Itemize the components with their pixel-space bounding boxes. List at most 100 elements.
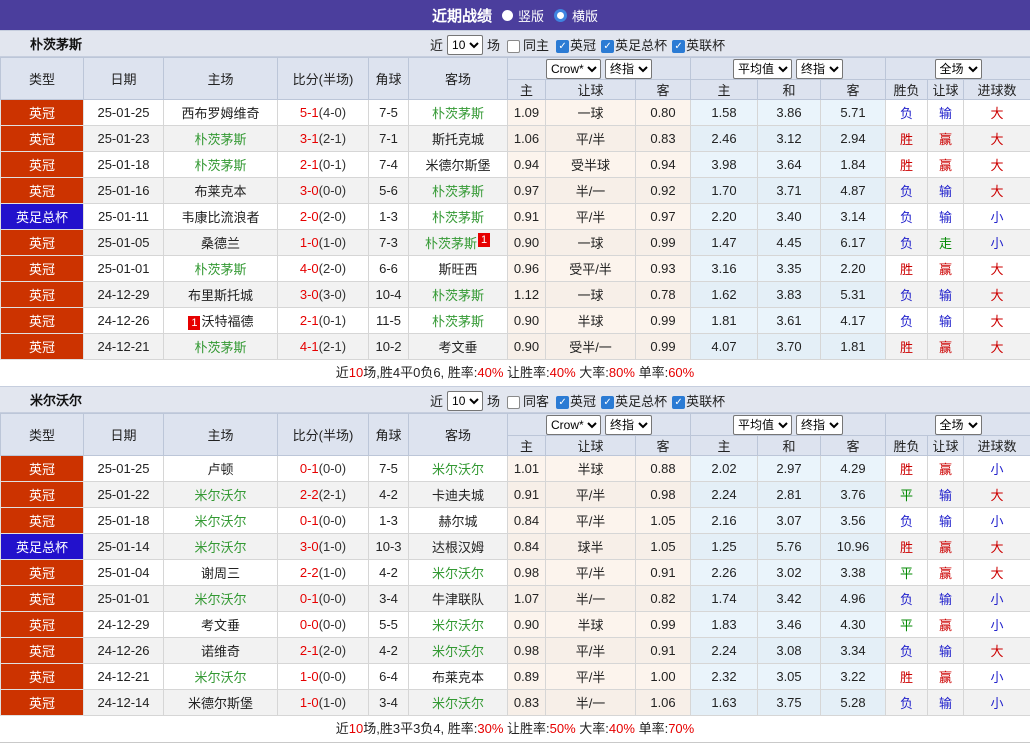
section-header: 米尔沃尔 近 10 场 同客✓英冠✓英足总杯✓英联杯 <box>0 386 1030 413</box>
crow-home-odds: 0.91 <box>508 204 546 230</box>
crow-home-odds: 0.84 <box>508 534 546 560</box>
result-goals: 大 <box>964 482 1030 508</box>
crow-final-select[interactable]: 终指 <box>605 59 652 79</box>
avg-group-header: 平均值终指 <box>691 58 886 80</box>
away-team-cell: 卡迪夫城 <box>409 482 508 508</box>
bookmaker-select[interactable]: Crow* <box>546 415 601 435</box>
checkbox-checked-icon[interactable]: ✓ <box>556 396 569 409</box>
crow-away-odds: 1.05 <box>636 508 691 534</box>
avg-draw-odds: 3.75 <box>758 690 821 716</box>
team-name: 米尔沃尔 <box>30 387 82 414</box>
result-handicap: 输 <box>928 178 964 204</box>
checkbox-unchecked-icon[interactable] <box>507 396 520 409</box>
avg-home-odds: 2.16 <box>691 508 758 534</box>
match-row: 英足总杯25-01-11韦康比流浪者2-0(2-0)1-3朴茨茅斯0.91平/半… <box>1 204 1030 230</box>
avg-draw-odds: 3.40 <box>758 204 821 230</box>
games-count-select[interactable]: 10 <box>447 391 483 411</box>
match-row: 英冠25-01-18朴茨茅斯2-1(0-1)7-4米德尔斯堡0.94受半球0.9… <box>1 152 1030 178</box>
col-crow-away: 客 <box>636 436 691 456</box>
crow-handicap: 平/半 <box>546 126 636 152</box>
result-goals: 大 <box>964 100 1030 126</box>
away-team-cell: 达根汉姆 <box>409 534 508 560</box>
avg-away-odds: 4.30 <box>821 612 886 638</box>
result-handicap: 赢 <box>928 334 964 360</box>
score-cell: 0-1(0-0) <box>278 456 369 482</box>
avg-draw-odds: 3.07 <box>758 508 821 534</box>
games-count-select[interactable]: 10 <box>447 35 483 55</box>
result-outcome: 胜 <box>886 152 928 178</box>
checkbox-checked-icon[interactable]: ✓ <box>556 40 569 53</box>
crow-home-odds: 0.91 <box>508 482 546 508</box>
summary-segment: 40% <box>477 365 503 380</box>
crow-handicap: 受半/一 <box>546 334 636 360</box>
result-outcome: 负 <box>886 690 928 716</box>
date-cell: 25-01-23 <box>84 126 164 152</box>
crow-final-select[interactable]: 终指 <box>605 415 652 435</box>
summary-segment: 让胜率: <box>503 365 549 380</box>
league-badge: 英足总杯 <box>1 204 84 230</box>
avg-draw-odds: 3.70 <box>758 334 821 360</box>
league-badge: 英冠 <box>1 230 84 256</box>
avg-draw-odds: 5.76 <box>758 534 821 560</box>
radio-horizontal-icon[interactable] <box>554 9 567 22</box>
date-cell: 25-01-25 <box>84 100 164 126</box>
away-team-name: 朴茨茅斯 <box>432 210 484 225</box>
checkbox-checked-icon[interactable]: ✓ <box>672 396 685 409</box>
col-avg-draw: 和 <box>758 436 821 456</box>
corners-cell: 7-5 <box>369 100 409 126</box>
avg-final-select[interactable]: 终指 <box>796 415 843 435</box>
date-cell: 24-12-26 <box>84 638 164 664</box>
team-name: 朴茨茅斯 <box>30 31 82 58</box>
checkbox-checked-icon[interactable]: ✓ <box>601 40 614 53</box>
average-select[interactable]: 平均值 <box>733 59 792 79</box>
summary-segment: 80% <box>609 365 635 380</box>
bookmaker-select[interactable]: Crow* <box>546 59 601 79</box>
away-team-name: 斯旺西 <box>438 262 477 277</box>
home-team-name: 布莱克本 <box>194 184 246 199</box>
home-team-name: 诺维奇 <box>201 644 240 659</box>
fulltime-select[interactable]: 全场 <box>935 415 982 435</box>
result-goals: 大 <box>964 256 1030 282</box>
league-badge: 英足总杯 <box>1 534 84 560</box>
halftime-score: (2-0) <box>319 643 346 658</box>
away-team-cell: 朴茨茅斯 <box>409 100 508 126</box>
avg-away-odds: 3.22 <box>821 664 886 690</box>
away-team-name: 朴茨茅斯 <box>425 236 477 251</box>
date-cell: 24-12-29 <box>84 282 164 308</box>
corners-cell: 3-4 <box>369 690 409 716</box>
league-badge: 英冠 <box>1 282 84 308</box>
result-handicap: 输 <box>928 482 964 508</box>
result-handicap: 输 <box>928 586 964 612</box>
layout-radio-vertical[interactable]: 竖版 <box>502 6 544 25</box>
checkbox-unchecked-icon[interactable] <box>507 40 520 53</box>
fulltime-score: 4-1 <box>300 339 319 354</box>
match-row: 英足总杯25-01-14米尔沃尔3-0(1-0)10-3达根汉姆0.84球半1.… <box>1 534 1030 560</box>
away-team-name: 牛津联队 <box>432 592 484 607</box>
average-select[interactable]: 平均值 <box>733 415 792 435</box>
avg-away-odds: 4.87 <box>821 178 886 204</box>
full-group-header: 全场 <box>886 58 1030 80</box>
score-cell: 3-1(2-1) <box>278 126 369 152</box>
score-cell: 0-1(0-0) <box>278 508 369 534</box>
crow-handicap: 半/一 <box>546 690 636 716</box>
home-team-name: 米尔沃尔 <box>194 540 246 555</box>
crow-handicap: 一球 <box>546 282 636 308</box>
league-badge: 英冠 <box>1 482 84 508</box>
crow-home-odds: 0.98 <box>508 560 546 586</box>
radio-vertical-icon[interactable] <box>502 10 513 21</box>
fulltime-select[interactable]: 全场 <box>935 59 982 79</box>
near-label: 近 <box>430 391 443 410</box>
league-filter-label: 英联杯 <box>686 394 725 409</box>
result-outcome: 胜 <box>886 534 928 560</box>
avg-final-select[interactable]: 终指 <box>796 59 843 79</box>
avg-away-odds: 5.31 <box>821 282 886 308</box>
league-badge: 英冠 <box>1 612 84 638</box>
home-team-cell: 米尔沃尔 <box>164 534 278 560</box>
result-outcome: 负 <box>886 308 928 334</box>
checkbox-checked-icon[interactable]: ✓ <box>672 40 685 53</box>
result-goals: 小 <box>964 586 1030 612</box>
col-crow-home: 主 <box>508 436 546 456</box>
checkbox-checked-icon[interactable]: ✓ <box>601 396 614 409</box>
avg-home-odds: 3.98 <box>691 152 758 178</box>
layout-radio-horizontal[interactable]: 横版 <box>554 6 598 25</box>
